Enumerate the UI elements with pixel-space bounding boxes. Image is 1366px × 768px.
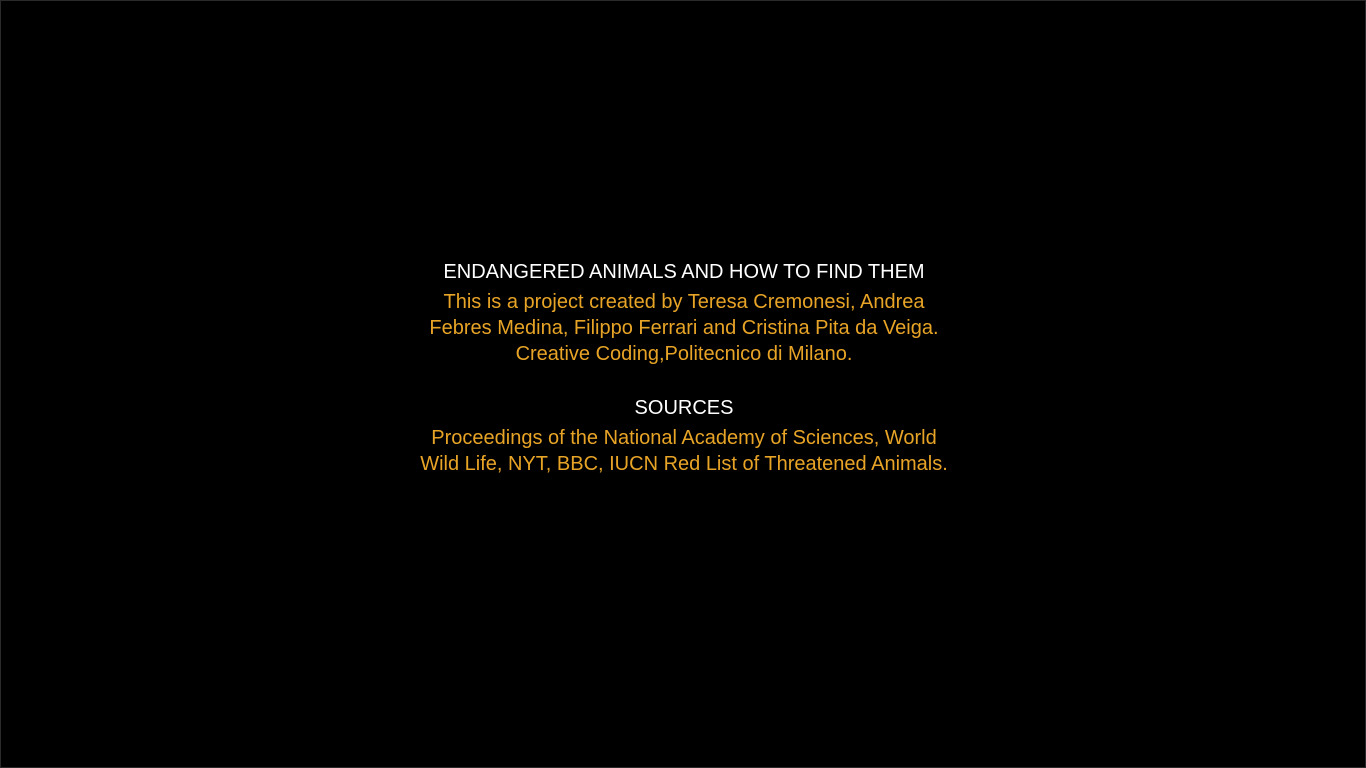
project-description: This is a project created by Teresa Crem… (1, 289, 1366, 367)
credits-screen: ENDANGERED ANIMALS AND HOW TO FIND THEM … (0, 0, 1366, 768)
credits-panel: ENDANGERED ANIMALS AND HOW TO FIND THEM … (1, 259, 1366, 477)
sources-line: Proceedings of the National Academy of S… (431, 427, 937, 449)
project-description-line: Febres Medina, Filippo Ferrari and Crist… (429, 317, 939, 339)
project-description-line: This is a project created by Teresa Crem… (443, 291, 925, 313)
sources-section: SOURCES Proceedings of the National Acad… (1, 395, 1366, 477)
project-title: ENDANGERED ANIMALS AND HOW TO FIND THEM (443, 261, 925, 283)
sources-title: SOURCES (634, 397, 734, 419)
project-description-line: Creative Coding,Politecnico di Milano. (515, 343, 853, 365)
about-section: ENDANGERED ANIMALS AND HOW TO FIND THEM … (1, 259, 1366, 367)
sources-list: Proceedings of the National Academy of S… (1, 425, 1366, 477)
sources-line: Wild Life, NYT, BBC, IUCN Red List of Th… (420, 453, 948, 475)
